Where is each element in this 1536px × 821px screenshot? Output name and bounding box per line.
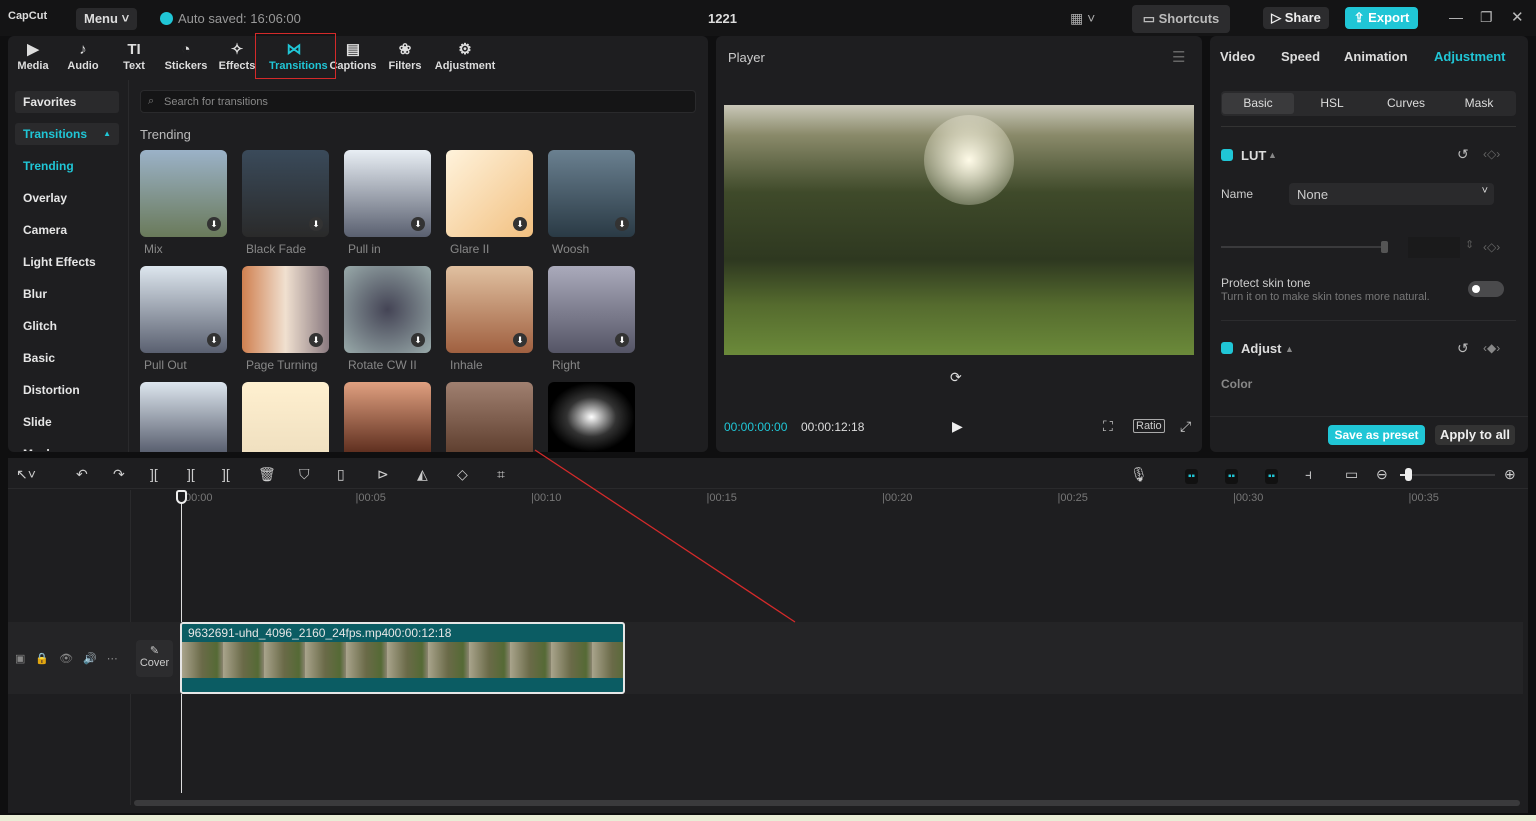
taskbar-edge	[0, 815, 1536, 821]
annotation-arrow	[534, 449, 796, 623]
